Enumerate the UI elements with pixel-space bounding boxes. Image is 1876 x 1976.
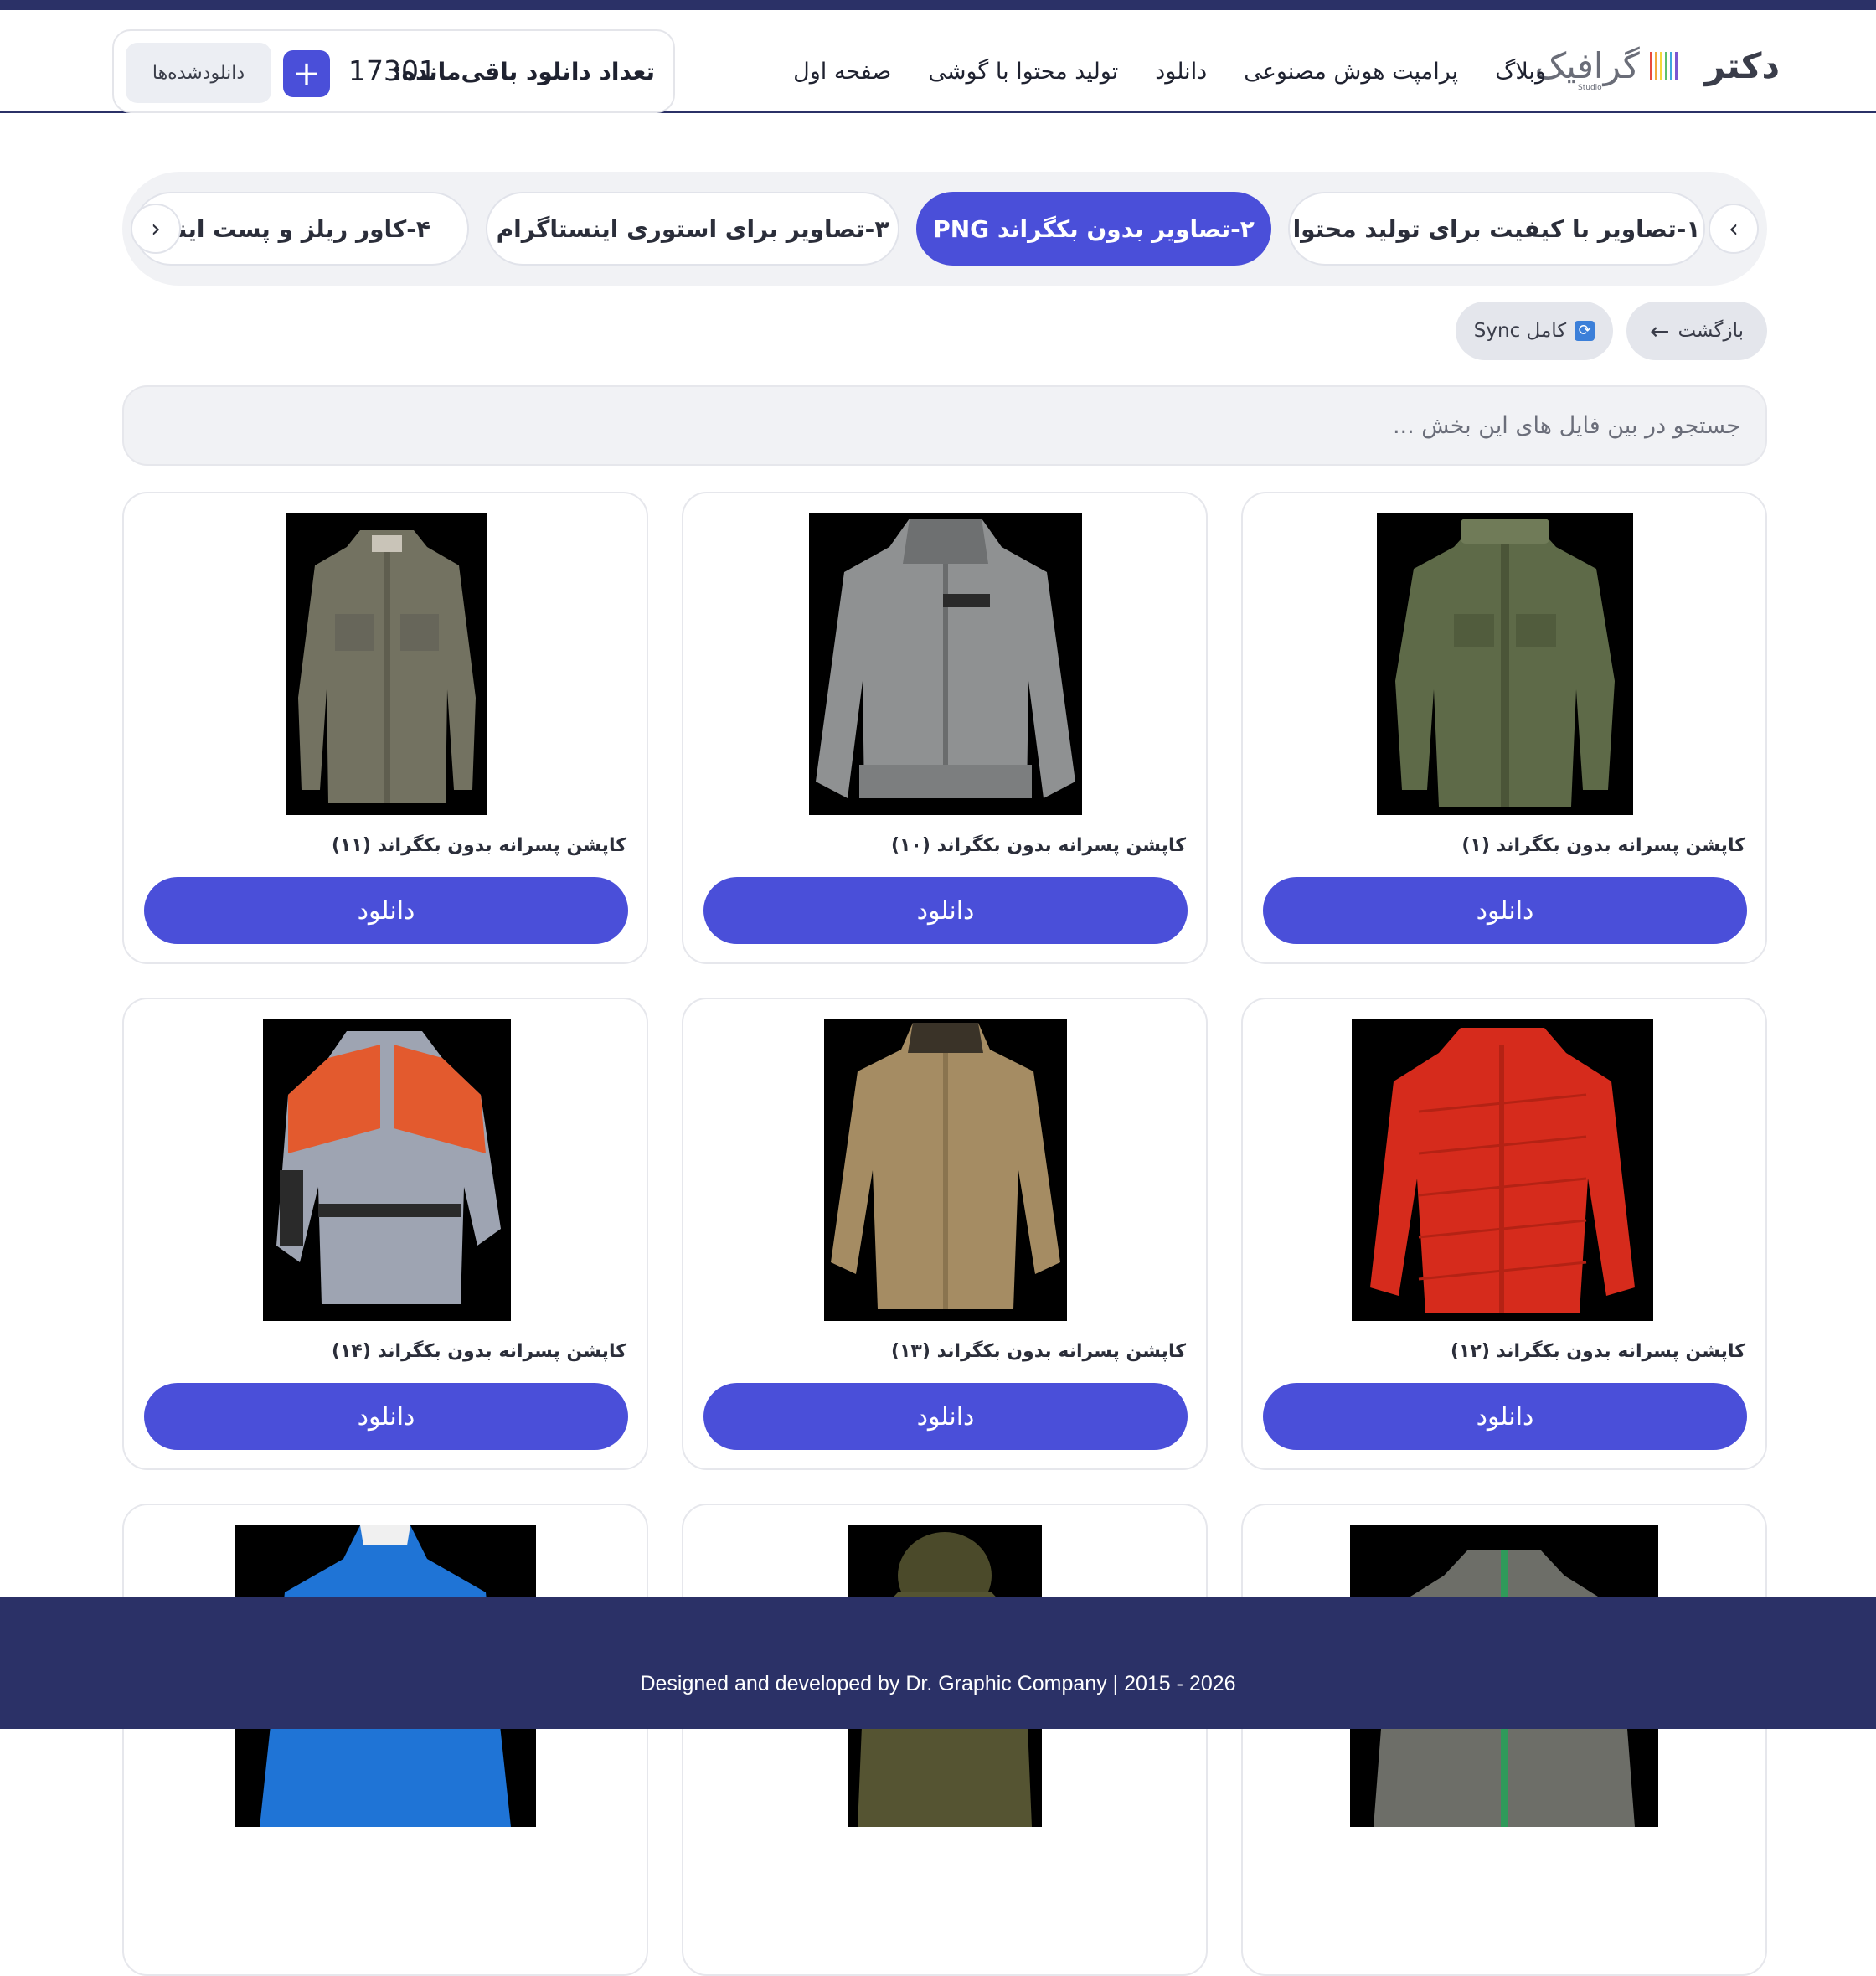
file-card: کاپشن پسرانه بدون بکگراند (۱۴) دانلود (122, 998, 648, 1470)
logo-text: دکترگرافیک (1534, 45, 1780, 86)
nav-mobile-content[interactable]: تولید محتوا با گوشی (928, 59, 1118, 85)
download-button[interactable]: دانلود (1263, 1383, 1747, 1450)
download-button[interactable]: دانلود (144, 1383, 628, 1450)
jacket-image[interactable] (263, 1019, 511, 1321)
site-header: دکترگرافیک Studio صفحه اول تولید محتوا ب… (0, 10, 1876, 113)
top-accent-bar (0, 0, 1876, 10)
tabs-next-icon[interactable]: › (131, 204, 181, 254)
tab-quality-images[interactable]: ۱-تصاویر با کیفیت برای تولید محتوا (1288, 192, 1705, 266)
site-logo[interactable]: دکترگرافیک Studio (1535, 40, 1780, 94)
tab-png-no-background[interactable]: ۲-تصاویر بدون بکگراند PNG (916, 192, 1271, 266)
jacket-image[interactable] (824, 1019, 1067, 1321)
file-card (1241, 1504, 1767, 1976)
category-tabs: ۱-تصاویر با کیفیت برای تولید محتوا ۲-تصا… (122, 172, 1767, 286)
file-card: کاپشن پسرانه بدون بکگراند (۱۰) دانلود (682, 492, 1208, 964)
jacket-image[interactable] (286, 513, 487, 815)
logo-studio: Studio (1578, 84, 1602, 92)
file-card: کاپشن پسرانه بدون بکگراند (۱) دانلود (1241, 492, 1767, 964)
sync-label: Sync کامل (1473, 320, 1567, 342)
file-title: کاپشن پسرانه بدون بکگراند (۱) (1461, 835, 1745, 856)
file-card: کاپشن پسرانه بدون بکگراند (۱۲) دانلود (1241, 998, 1767, 1470)
file-card (122, 1504, 648, 1976)
download-quota-box: دانلودشده‌ها + 17301 تعداد دانلود باقی‌م… (112, 29, 675, 113)
nav-blog[interactable]: وبلاگ (1495, 59, 1546, 85)
back-button[interactable]: بازگشت ← (1626, 302, 1767, 360)
back-label: بازگشت (1678, 320, 1745, 342)
nav-home[interactable]: صفحه اول (793, 59, 891, 85)
file-card (682, 1504, 1208, 1976)
file-title: کاپشن پسرانه بدون بکگراند (۱۳) (890, 1341, 1186, 1362)
jacket-image[interactable] (1352, 1019, 1653, 1321)
search-input[interactable] (122, 385, 1767, 466)
file-card: کاپشن پسرانه بدون بکگراند (۱۳) دانلود (682, 998, 1208, 1470)
add-quota-button[interactable]: + (283, 50, 330, 97)
file-title: کاپشن پسرانه بدون بکگراند (۱۱) (331, 835, 626, 856)
main-nav: صفحه اول تولید محتوا با گوشی دانلود پرام… (793, 59, 1546, 85)
file-title: کاپشن پسرانه بدون بکگراند (۱۲) (1450, 1341, 1745, 1362)
downloaded-button[interactable]: دانلودشده‌ها (126, 43, 271, 103)
file-title: کاپشن پسرانه بدون بکگراند (۱۰) (890, 835, 1186, 856)
file-card: کاپشن پسرانه بدون بکگراند (۱۱) دانلود (122, 492, 648, 964)
tabs-prev-icon[interactable]: ‹ (1708, 204, 1759, 254)
full-sync-button[interactable]: ⟳ Sync کامل (1456, 302, 1613, 360)
download-button[interactable]: دانلود (1263, 877, 1747, 944)
site-footer: Designed and developed by Dr. Graphic Co… (0, 1597, 1876, 1729)
download-button[interactable]: دانلود (704, 1383, 1188, 1450)
quota-label: تعداد دانلود باقی‌مانده: (392, 58, 655, 85)
jacket-image[interactable] (809, 513, 1082, 815)
download-button[interactable]: دانلود (704, 877, 1188, 944)
nav-ai-prompt[interactable]: پرامپت هوش مصنوعی (1244, 59, 1458, 85)
download-button[interactable]: دانلود (144, 877, 628, 944)
file-title: کاپشن پسرانه بدون بکگراند (۱۴) (331, 1341, 626, 1362)
arrow-right-icon: ← (1649, 317, 1670, 345)
refresh-icon: ⟳ (1574, 321, 1595, 341)
jacket-image[interactable] (1377, 513, 1633, 815)
nav-download[interactable]: دانلود (1155, 59, 1207, 85)
tab-instagram-story[interactable]: ۳-تصاویر برای استوری اینستاگرام (486, 192, 899, 266)
tab-reels-cover[interactable]: ۴-کاور ریلز و پست اینستا (134, 192, 469, 266)
